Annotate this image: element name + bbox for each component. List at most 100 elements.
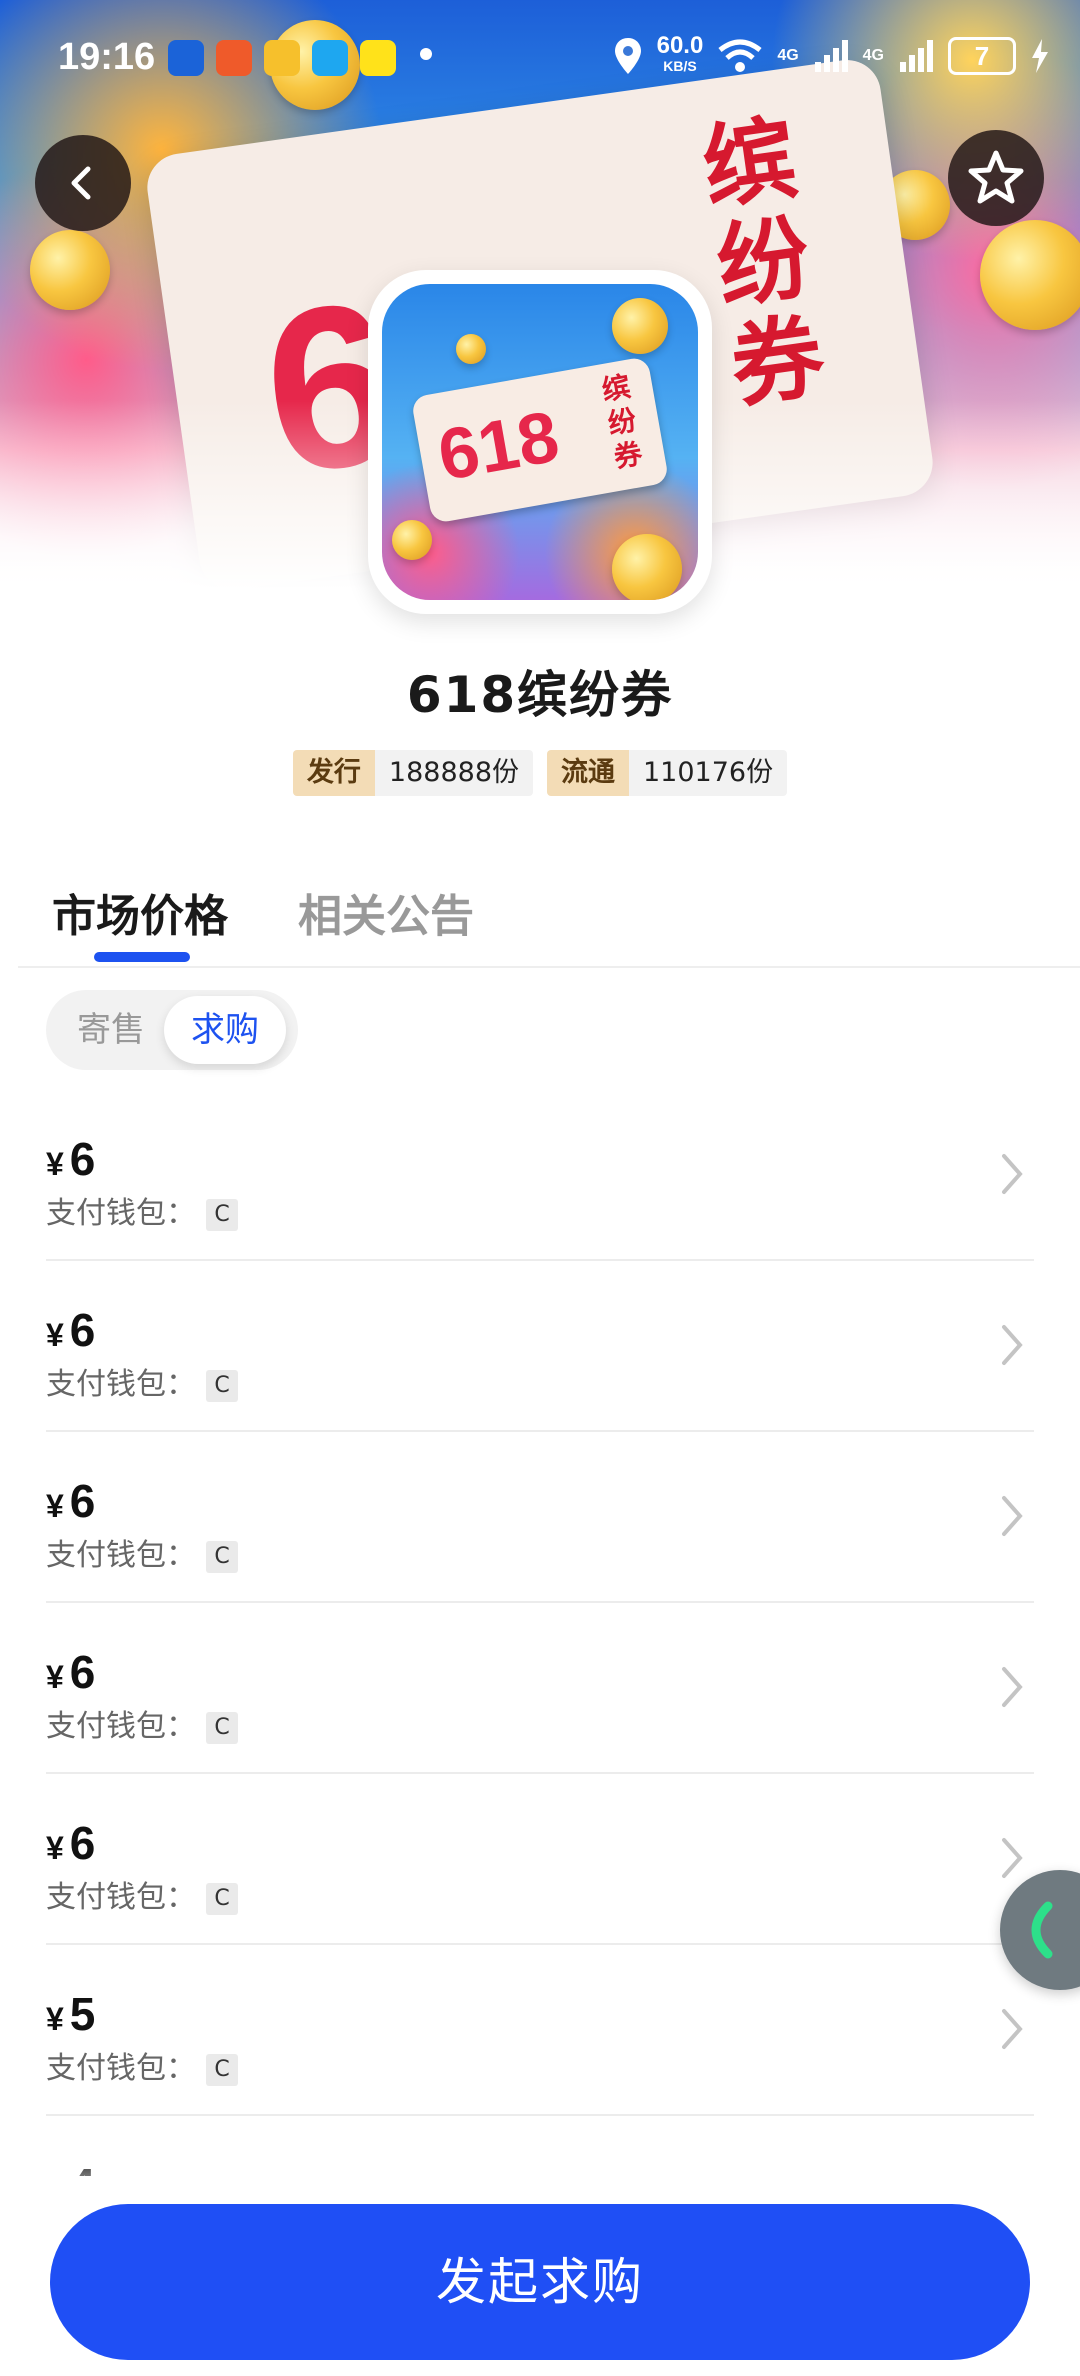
listing-list: ¥6 支付钱包： C ¥6 支付钱包： C ¥6 支付钱包： C ¥6 支付钱包： C …: [46, 1090, 1034, 2176]
wallet-tag: C: [206, 1369, 238, 1402]
currency-symbol: ¥: [46, 1488, 64, 1524]
tab-divider: [18, 966, 1080, 968]
issue-chip: 发行 188888份: [292, 750, 533, 796]
coin-decoration: [392, 520, 432, 560]
wallet-tag: C: [206, 1882, 238, 1915]
currency-symbol: ¥: [46, 1830, 64, 1866]
currency-symbol: ¥: [46, 2001, 64, 2037]
product-title: 618缤纷券: [406, 666, 674, 724]
chevron-right-icon: [1002, 1154, 1023, 1194]
wallet-label: 支付钱包：: [46, 1880, 196, 1915]
wallet-label: 支付钱包：: [46, 1538, 196, 1573]
app-notification-icon: [360, 40, 396, 76]
qq-icon: [312, 40, 348, 76]
price-value: 6: [69, 1646, 96, 1698]
favorite-button[interactable]: [948, 130, 1044, 226]
price: ¥6: [46, 1474, 95, 1528]
product-stats: 发行 188888份 流通 110176份: [0, 750, 1080, 796]
wallet-tag: C: [206, 1711, 238, 1744]
cell-signal-icon: [814, 40, 848, 72]
list-item[interactable]: ¥6 支付钱包： C: [46, 1432, 1034, 1603]
price: ¥6: [46, 1303, 95, 1357]
wallet-info: 支付钱包： C: [46, 2043, 238, 2087]
start-buy-request-button[interactable]: 发起求购: [50, 2204, 1030, 2360]
price: ¥6: [46, 1816, 95, 1870]
coin-decoration: [980, 220, 1080, 330]
currency-symbol: ¥: [46, 1659, 64, 1695]
list-item[interactable]: ¥6 支付钱包： C: [46, 1261, 1034, 1432]
app-notification-icon: [168, 40, 204, 76]
chevron-right-icon: [1002, 1325, 1023, 1365]
tab-bar: 市场价格 相关公告: [52, 880, 474, 962]
tab-market-price[interactable]: 市场价格: [52, 880, 228, 962]
wallet-info: 支付钱包： C: [46, 1188, 238, 1232]
wallet-tag: C: [206, 2053, 238, 2086]
issue-label: 发行: [292, 750, 375, 796]
chevron-left-icon: [71, 166, 91, 200]
wallet-info: 支付钱包： C: [46, 1701, 238, 1745]
network-speed-unit: KB/S: [663, 58, 697, 74]
price: ¥6: [46, 1132, 95, 1186]
product-ticket-text: 缤纷券: [599, 369, 645, 475]
coin-decoration: [30, 230, 110, 310]
weibo-icon: [264, 40, 300, 76]
wallet-tag: C: [206, 1198, 238, 1231]
coin-decoration: [456, 334, 486, 364]
circulation-label: 流通: [547, 750, 629, 796]
product-ticket: 618 缤纷券: [410, 356, 670, 524]
wallet-tag: C: [206, 1540, 238, 1573]
status-bar: 19:16 60.0 KB/S 4G 4G 7: [0, 0, 1080, 118]
price-value: 6: [69, 1304, 96, 1356]
wallet-label: 支付钱包：: [46, 1196, 196, 1231]
cell-signal-icon: [900, 40, 933, 72]
list-item[interactable]: ¥6 支付钱包： C: [46, 1090, 1034, 1261]
coin-decoration: [612, 534, 682, 600]
tab-label: 相关公告: [298, 891, 474, 942]
issue-value: 188888份: [374, 750, 533, 796]
price: ¥6: [46, 1645, 95, 1699]
app-notification-icon: [216, 40, 252, 76]
list-item[interactable]: ¥6 支付钱包： C: [46, 1774, 1034, 1945]
segment-consignment[interactable]: 寄售: [66, 990, 156, 1070]
list-item[interactable]: ¥5 支付钱包： C: [46, 1945, 1034, 2116]
wallet-label: 支付钱包：: [46, 2051, 196, 2086]
more-notifications-dot: [420, 48, 432, 60]
circulation-value: 110176份: [629, 750, 788, 796]
price-value: 6: [69, 1817, 96, 1869]
currency-symbol: ¥: [46, 1317, 64, 1353]
signal-type-1: 4G: [777, 47, 799, 64]
coin-decoration: [612, 298, 668, 354]
charging-icon: [1032, 39, 1048, 73]
wallet-info: 支付钱包： C: [46, 1530, 238, 1574]
tab-label: 市场价格: [52, 891, 228, 942]
battery-indicator: 7: [948, 37, 1016, 75]
wallet-info: 支付钱包： C: [46, 1359, 238, 1403]
segment-buy-request[interactable]: 求购: [164, 996, 286, 1064]
price: ¥5: [46, 1987, 95, 2041]
listing-type-toggle: 寄售 求购: [46, 990, 298, 1070]
price-value: 5: [69, 1988, 96, 2040]
tab-active-indicator: [94, 952, 190, 962]
star-icon: [968, 150, 1024, 204]
network-speed: 60.0: [656, 32, 704, 59]
wallet-label: 支付钱包：: [46, 1709, 196, 1744]
chevron-right-icon: [1002, 1667, 1023, 1707]
back-button[interactable]: [35, 135, 131, 231]
circulation-chip: 流通 110176份: [547, 750, 788, 796]
price-value: 6: [69, 1133, 96, 1185]
wallet-info: 支付钱包： C: [46, 1872, 238, 1916]
location-icon: [614, 38, 641, 74]
chevron-right-icon: [1002, 2009, 1023, 2049]
wifi-icon: [718, 39, 762, 72]
tab-announcements[interactable]: 相关公告: [298, 880, 474, 944]
wallet-label: 支付钱包：: [46, 1367, 196, 1402]
price-value: 6: [69, 1475, 96, 1527]
list-item[interactable]: ¥6 支付钱包： C: [46, 1603, 1034, 1774]
product-image: 618 缤纷券: [368, 270, 712, 614]
signal-type-2: 4G: [862, 47, 884, 64]
assistant-icon: [1031, 1901, 1053, 1959]
chevron-right-icon: [1002, 1838, 1023, 1878]
status-time: 19:16: [58, 36, 156, 78]
product-ticket-number: 618: [432, 396, 565, 497]
currency-symbol: ¥: [46, 1146, 64, 1182]
